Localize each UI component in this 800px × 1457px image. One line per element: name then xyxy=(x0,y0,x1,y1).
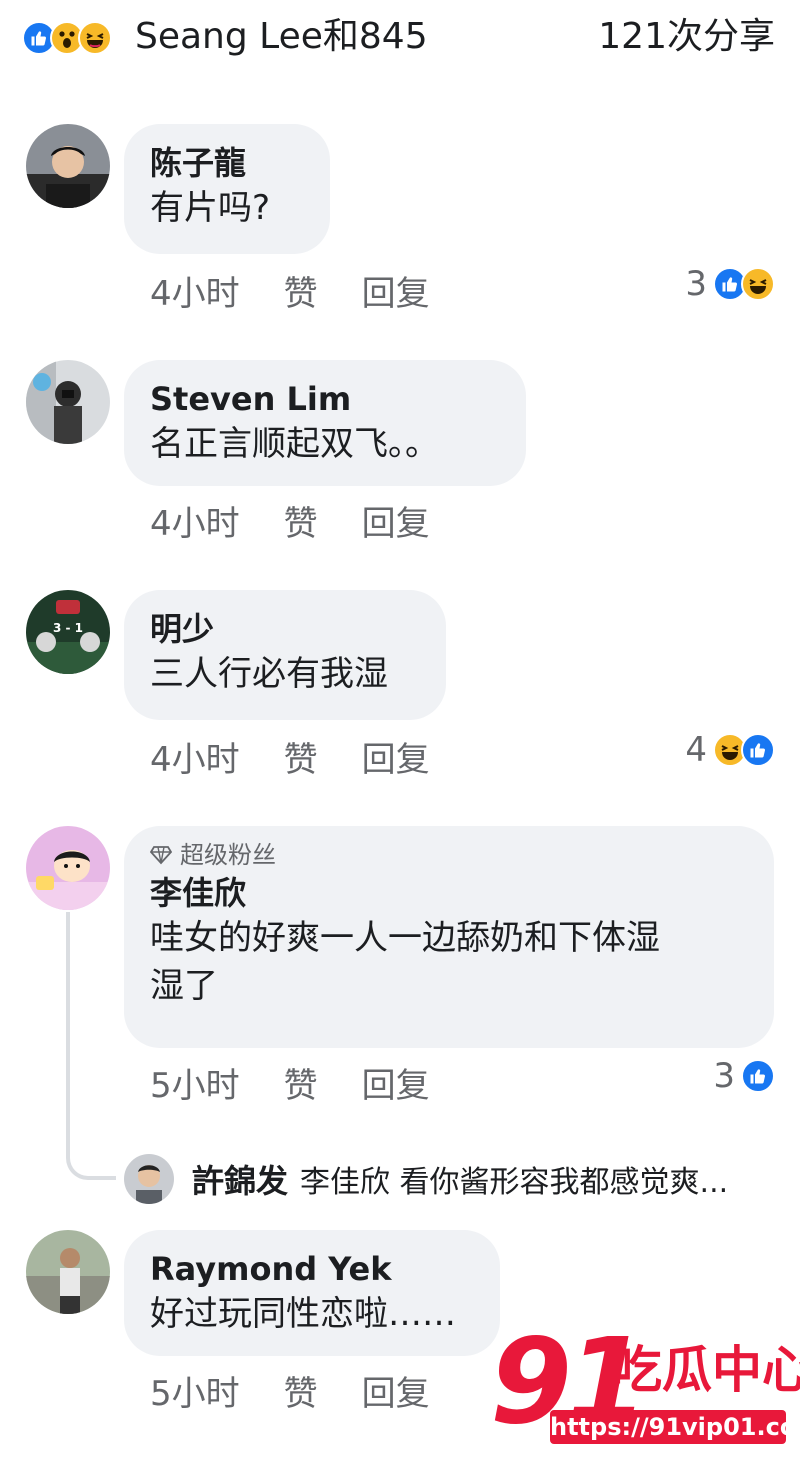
share-count[interactable]: 121次分享 xyxy=(598,14,775,60)
comment-timestamp[interactable]: 4小时 xyxy=(150,272,240,316)
like-button[interactable]: 赞 xyxy=(284,1064,318,1108)
haha-icon xyxy=(78,21,112,55)
avatar[interactable]: 3 - 1 xyxy=(26,590,110,674)
comment-author[interactable]: 明少 xyxy=(150,608,420,650)
haha-icon xyxy=(741,267,775,301)
comment-text: 有片吗? xyxy=(150,188,271,228)
like-button[interactable]: 赞 xyxy=(284,502,318,546)
avatar[interactable] xyxy=(26,1230,110,1314)
avatar[interactable] xyxy=(26,826,110,910)
comment-actions: 5小时 赞 回复 xyxy=(150,1064,474,1108)
avatar-score-text: 3 - 1 xyxy=(53,621,83,635)
reactor-summary[interactable]: Seang Lee和845 xyxy=(135,14,428,60)
comment-timestamp[interactable]: 5小时 xyxy=(150,1064,240,1108)
comment-author[interactable]: 陈子龍 xyxy=(150,142,304,184)
like-button[interactable]: 赞 xyxy=(284,1372,318,1416)
comment-actions: 5小时 赞 回复 xyxy=(150,1372,474,1416)
comment-timestamp[interactable]: 4小时 xyxy=(150,738,240,782)
comment-bubble[interactable]: 超级粉丝 李佳欣 哇女的好爽一人一边舔奶和下体湿 湿了 xyxy=(124,826,774,1048)
reply-thread-line xyxy=(66,912,116,1180)
comment-bubble[interactable]: Steven Lim 名正言顺起双飞。。 xyxy=(124,360,526,486)
reply-button[interactable]: 回复 xyxy=(362,738,430,782)
comment-author[interactable]: Raymond Yek xyxy=(150,1248,474,1290)
reply-preview[interactable]: 許錦发 李佳欣 看你酱形容我都感觉爽... xyxy=(124,1154,728,1204)
reaction-count[interactable]: 4 xyxy=(685,730,775,770)
reaction-count-number: 3 xyxy=(685,264,707,304)
like-button[interactable]: 赞 xyxy=(284,738,318,782)
watermark-text: 吃瓜中心 xyxy=(612,1341,800,1399)
comment-timestamp[interactable]: 4小时 xyxy=(150,502,240,546)
avatar[interactable] xyxy=(26,360,110,444)
comment-text-line-2: 湿了 xyxy=(150,966,218,1006)
watermark-url: https://91vip01.com xyxy=(550,1410,800,1444)
comment-text: 三人行必有我湿 xyxy=(150,654,388,694)
like-icon xyxy=(741,733,775,767)
avatar[interactable] xyxy=(124,1154,174,1204)
comment-bubble[interactable]: Raymond Yek 好过玩同性恋啦…… xyxy=(124,1230,500,1356)
diamond-icon xyxy=(150,846,172,865)
like-icon xyxy=(741,1059,775,1093)
comment-actions: 4小时 赞 回复 xyxy=(150,502,474,546)
comment-bubble[interactable]: 陈子龍 有片吗? xyxy=(124,124,330,254)
comment-actions: 4小时 赞 回复 xyxy=(150,272,474,316)
reaction-count-number: 4 xyxy=(685,730,707,770)
reaction-count-number: 3 xyxy=(713,1056,735,1096)
comment-timestamp[interactable]: 5小时 xyxy=(150,1372,240,1416)
reply-button[interactable]: 回复 xyxy=(362,1064,430,1108)
top-fan-badge[interactable]: 超级粉丝 xyxy=(150,840,748,870)
reply-text: 李佳欣 看你酱形容我都感觉爽... xyxy=(300,1165,729,1200)
header-reactions[interactable] xyxy=(22,18,112,58)
comment-author[interactable]: 李佳欣 xyxy=(150,872,748,914)
badge-label: 超级粉丝 xyxy=(180,841,276,869)
reply-button[interactable]: 回复 xyxy=(362,272,430,316)
comment-text: 好过玩同性恋啦…… xyxy=(150,1294,456,1334)
reply-button[interactable]: 回复 xyxy=(362,1372,430,1416)
comment-bubble[interactable]: 明少 三人行必有我湿 xyxy=(124,590,446,720)
comment-text: 名正言顺起双飞。。 xyxy=(150,424,439,464)
comment-text-line-1: 哇女的好爽一人一边舔奶和下体湿 xyxy=(150,918,660,958)
watermark-logo: 91 吃瓜中心 https://91vip01.com xyxy=(490,1322,800,1446)
comment-actions: 4小时 赞 回复 xyxy=(150,738,474,782)
reply-button[interactable]: 回复 xyxy=(362,502,430,546)
like-button[interactable]: 赞 xyxy=(284,272,318,316)
avatar[interactable] xyxy=(26,124,110,208)
comment-author[interactable]: Steven Lim xyxy=(150,378,500,420)
reaction-count[interactable]: 3 xyxy=(685,264,775,304)
reply-author[interactable]: 許錦发 xyxy=(192,1156,288,1202)
reaction-count[interactable]: 3 xyxy=(713,1056,775,1096)
